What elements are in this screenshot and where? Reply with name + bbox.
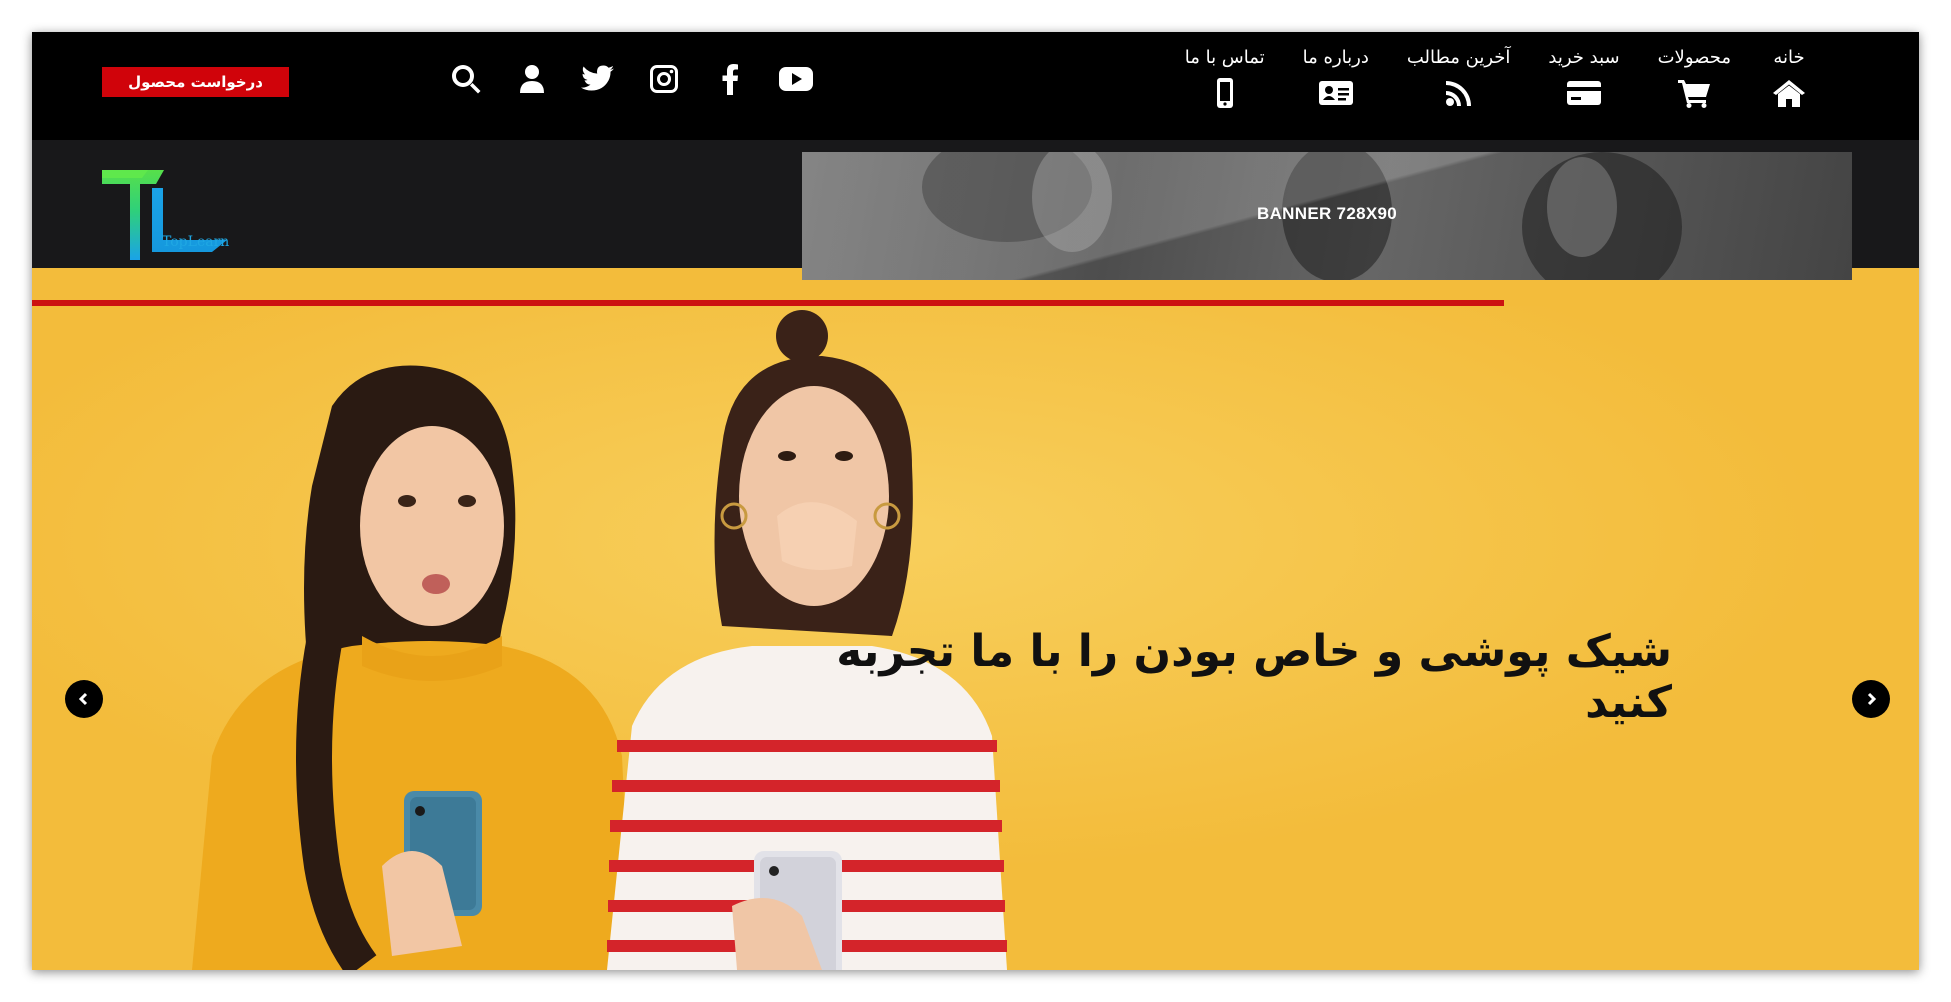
mobile-phone-icon [1205, 76, 1245, 110]
main-nav: خانه محصولات سبد خرید آخرین مطالب درباره… [1147, 46, 1809, 110]
hero-slider: شیک پوشی و خاص بودن را با ما تجربه کنید [32, 306, 1919, 970]
nav-item-label: درباره ما [1302, 47, 1369, 68]
nav-item-basket[interactable]: سبد خرید [1548, 46, 1620, 110]
youtube-icon[interactable] [779, 62, 813, 96]
chevron-right-icon [1867, 692, 1877, 706]
nav-item-label: سبد خرید [1548, 47, 1620, 68]
nav-item-label: آخرین مطالب [1406, 47, 1511, 68]
nav-item-about[interactable]: درباره ما [1303, 46, 1369, 110]
top-navbar: خانه محصولات سبد خرید آخرین مطالب درباره… [32, 32, 1919, 140]
banner-ad[interactable]: BANNER 728X90 [802, 152, 1852, 280]
nav-item-products[interactable]: محصولات [1658, 46, 1731, 110]
instagram-icon[interactable] [647, 62, 681, 96]
toplearn-logo[interactable] [102, 170, 232, 265]
nav-item-home[interactable]: خانه [1769, 46, 1809, 110]
slider-prev-button[interactable] [65, 680, 103, 718]
facebook-icon[interactable] [713, 62, 747, 96]
brand-bar: TopLearn BANNER 728X90 [32, 140, 1919, 280]
nav-item-label: محصولات [1657, 47, 1731, 68]
social-links [417, 62, 813, 96]
nav-item-contact[interactable]: تماس با ما [1185, 46, 1265, 110]
logo-text: TopLearn [162, 234, 230, 250]
rss-icon [1439, 76, 1479, 110]
credit-card-icon [1564, 76, 1604, 110]
hero-title: شیک پوشی و خاص بودن را با ما تجربه کنید [836, 626, 1672, 728]
home-icon [1769, 76, 1809, 110]
page-frame: خانه محصولات سبد خرید آخرین مطالب درباره… [32, 32, 1919, 970]
request-product-button[interactable]: درخواست محصول [102, 67, 289, 97]
id-card-icon [1316, 76, 1356, 110]
chevron-left-icon [78, 692, 88, 706]
banner-label: BANNER 728X90 [1257, 204, 1397, 223]
nav-item-label: خانه [1773, 47, 1805, 68]
user-icon[interactable] [515, 62, 549, 96]
nav-item-latest-posts[interactable]: آخرین مطالب [1406, 46, 1511, 110]
search-icon[interactable] [449, 62, 483, 96]
nav-item-label: تماس با ما [1184, 47, 1265, 68]
cart-icon [1674, 76, 1714, 110]
twitter-icon[interactable] [581, 62, 615, 96]
slider-next-button[interactable] [1852, 680, 1890, 718]
